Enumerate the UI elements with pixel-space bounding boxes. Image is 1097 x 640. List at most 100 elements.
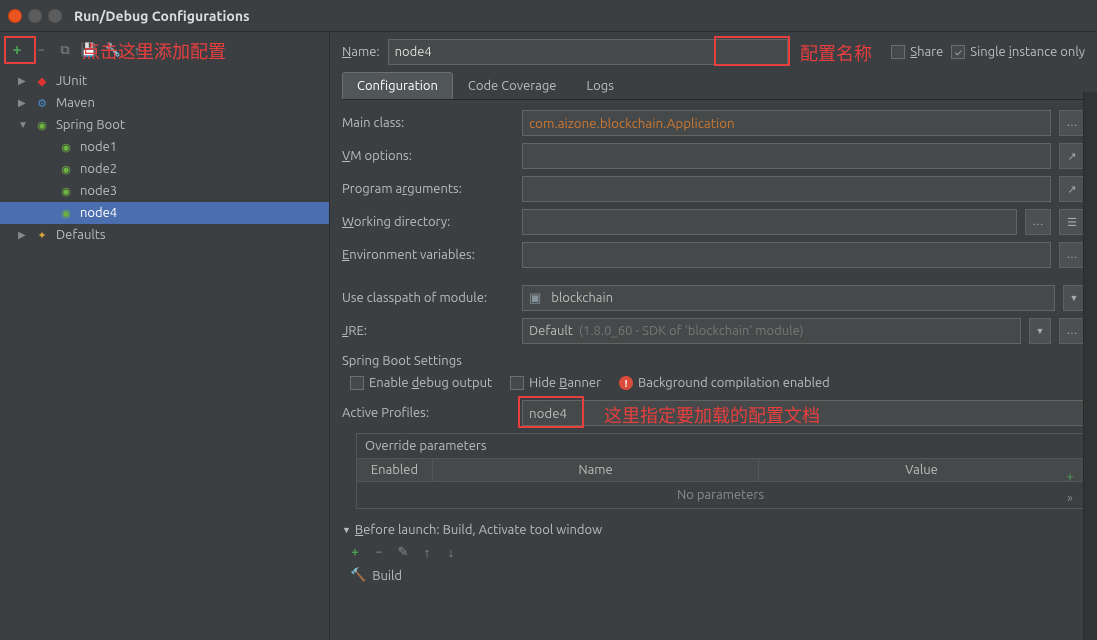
classpath-label: Use classpath of module: xyxy=(342,291,514,305)
before-launch-edit-button[interactable]: ✎ xyxy=(394,543,412,561)
window-close-button[interactable] xyxy=(8,9,22,23)
tree-label: Maven xyxy=(56,96,95,110)
remove-config-button[interactable]: − xyxy=(30,39,52,61)
bg-compile-checkbox[interactable]: ! Background compilation enabled xyxy=(619,376,830,390)
override-add-button[interactable]: + xyxy=(1062,468,1078,484)
tab-configuration[interactable]: Configuration xyxy=(342,72,453,99)
single-instance-label: Single instance only xyxy=(970,45,1085,59)
spring-icon: ◉ xyxy=(58,161,74,177)
before-launch-up-button[interactable]: ↑ xyxy=(418,543,436,561)
dir-list-button[interactable]: ☰ xyxy=(1059,209,1085,235)
tree-item-defaults[interactable]: ▶ ✦ Defaults xyxy=(0,224,329,246)
enable-debug-checkbox[interactable]: Enable debug output xyxy=(350,376,492,390)
program-args-input[interactable] xyxy=(522,176,1051,202)
edit-env-button[interactable]: … xyxy=(1059,242,1085,268)
override-parameters-box: Override parameters Enabled Name Value N… xyxy=(356,433,1085,509)
expand-arrow-icon[interactable]: ▼ xyxy=(18,119,30,131)
folder-icon: ▣ xyxy=(529,291,541,306)
before-launch-down-button[interactable]: ↓ xyxy=(442,543,460,561)
hide-banner-checkbox[interactable]: Hide Banner xyxy=(510,376,601,390)
main-class-label: Main class: xyxy=(342,116,514,130)
save-config-button[interactable]: 💾 xyxy=(78,39,100,61)
jre-label: JRE: xyxy=(342,324,514,338)
jre-select[interactable]: Default (1.8.0_60 - SDK of 'blockchain' … xyxy=(522,318,1021,344)
right-scroll-strip[interactable] xyxy=(1083,92,1097,640)
classpath-dropdown-arrow[interactable]: ▼ xyxy=(1063,285,1085,311)
tree-item-junit[interactable]: ▶ ◆ JUnit xyxy=(0,70,329,92)
single-instance-checkbox[interactable]: Single instance only xyxy=(951,45,1085,59)
config-toolbar: + − ⧉ 💾 🔧 ↑ ↓ 点击这里添加配置 xyxy=(0,32,329,68)
share-checkbox[interactable]: Share xyxy=(891,45,943,59)
window-maximize-button[interactable] xyxy=(48,9,62,23)
config-tree[interactable]: ▶ ◆ JUnit ▶ ⚙ Maven ▼ ◉ Spring Boot ◉ no… xyxy=(0,68,329,640)
move-down-button[interactable]: ↓ xyxy=(150,39,172,61)
maven-icon: ⚙ xyxy=(34,95,50,111)
tree-label: Spring Boot xyxy=(56,118,125,132)
before-launch-build-item[interactable]: 🔨 Build xyxy=(342,565,1085,586)
tree-label: node3 xyxy=(80,184,117,198)
wrench-button[interactable]: 🔧 xyxy=(102,39,124,61)
override-title: Override parameters xyxy=(357,434,1084,458)
main-class-input[interactable] xyxy=(522,110,1051,136)
tree-item-maven[interactable]: ▶ ⚙ Maven xyxy=(0,92,329,114)
spring-icon: ◉ xyxy=(58,183,74,199)
vm-options-label: VM options: xyxy=(342,149,514,163)
override-more-button[interactable]: » xyxy=(1062,490,1078,506)
tree-item-node2[interactable]: ◉ node2 xyxy=(0,158,329,180)
tree-label: node1 xyxy=(80,140,117,154)
program-args-label: Program arguments: xyxy=(342,182,514,196)
tree-label: node2 xyxy=(80,162,117,176)
vm-options-input[interactable] xyxy=(522,143,1051,169)
working-dir-input[interactable] xyxy=(522,209,1017,235)
window-title: Run/Debug Configurations xyxy=(74,8,250,24)
col-name: Name xyxy=(433,459,759,481)
titlebar: Run/Debug Configurations xyxy=(0,0,1097,32)
collapse-arrow-icon: ▼ xyxy=(342,525,351,535)
expand-args-button[interactable]: ↗ xyxy=(1059,176,1085,202)
spring-settings-title: Spring Boot Settings xyxy=(342,354,1085,368)
expand-arrow-icon[interactable]: ▶ xyxy=(18,229,30,241)
classpath-select[interactable]: ▣ blockchain xyxy=(522,285,1055,311)
defaults-icon: ✦ xyxy=(34,227,50,243)
browse-dir-button[interactable]: … xyxy=(1025,209,1051,235)
add-config-button[interactable]: + xyxy=(6,39,28,61)
tree-item-spring-boot[interactable]: ▼ ◉ Spring Boot xyxy=(0,114,329,136)
override-table-header: Enabled Name Value xyxy=(357,458,1084,482)
tree-item-node4[interactable]: ◉ node4 xyxy=(0,202,329,224)
tree-label: node4 xyxy=(80,206,117,220)
sidebar: + − ⧉ 💾 🔧 ↑ ↓ 点击这里添加配置 ▶ ◆ JUnit ▶ ⚙ Mav… xyxy=(0,32,330,640)
move-up-button[interactable]: ↑ xyxy=(126,39,148,61)
col-enabled: Enabled xyxy=(357,459,433,481)
active-profiles-input[interactable] xyxy=(522,400,1085,426)
copy-config-button[interactable]: ⧉ xyxy=(54,39,76,61)
col-value: Value xyxy=(759,459,1084,481)
browse-class-button[interactable]: … xyxy=(1059,110,1085,136)
spring-icon: ◉ xyxy=(34,117,50,133)
window-minimize-button[interactable] xyxy=(28,9,42,23)
env-vars-input[interactable] xyxy=(522,242,1051,268)
active-profiles-label: Active Profiles: xyxy=(342,406,514,420)
working-dir-label: Working directory: xyxy=(342,215,514,229)
override-empty-text: No parameters xyxy=(357,482,1084,508)
jre-browse-button[interactable]: … xyxy=(1059,318,1085,344)
tree-item-node3[interactable]: ◉ node3 xyxy=(0,180,329,202)
expand-arrow-icon[interactable]: ▶ xyxy=(18,75,30,87)
hammer-icon: 🔨 xyxy=(350,568,366,583)
tree-item-node1[interactable]: ◉ node1 xyxy=(0,136,329,158)
tab-logs[interactable]: Logs xyxy=(572,72,629,99)
config-name-input[interactable] xyxy=(388,39,788,65)
expand-arrow-icon[interactable]: ▶ xyxy=(18,97,30,109)
before-launch-add-button[interactable]: + xyxy=(346,543,364,561)
jre-dropdown-arrow[interactable]: ▼ xyxy=(1029,318,1051,344)
env-vars-label: Environment variables: xyxy=(342,248,514,262)
tree-label: JUnit xyxy=(56,74,87,88)
tab-bar: Configuration Code Coverage Logs xyxy=(342,72,1085,100)
before-launch-header[interactable]: ▼ Before launch: Build, Activate tool wi… xyxy=(342,523,1085,537)
before-launch-remove-button[interactable]: − xyxy=(370,543,388,561)
expand-vm-button[interactable]: ↗ xyxy=(1059,143,1085,169)
name-label: Name: xyxy=(342,45,380,59)
spring-icon: ◉ xyxy=(58,205,74,221)
annotation-name: 配置名称 xyxy=(800,40,872,66)
tab-code-coverage[interactable]: Code Coverage xyxy=(453,72,572,99)
tree-label: Defaults xyxy=(56,228,106,242)
